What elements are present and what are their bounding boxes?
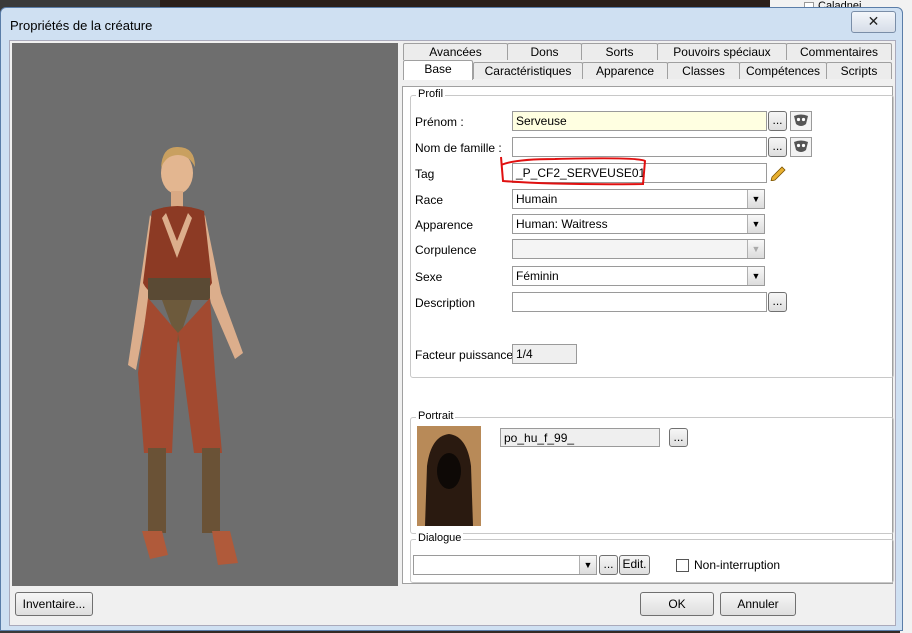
tab-page-base: Profil Prénom : Serveuse ... Nom de fami…: [402, 86, 894, 584]
portrait-hood-image: [417, 426, 481, 526]
race-select[interactable]: Humain ▼: [512, 189, 765, 209]
annotation-highlight: [500, 156, 647, 186]
tab-strip: Avancées Dons Sorts Pouvoirs spéciaux Co…: [400, 43, 894, 89]
nom-famille-localize-button[interactable]: [790, 137, 812, 157]
tab-apparence[interactable]: Apparence: [582, 62, 668, 79]
prenom-localize-button[interactable]: [790, 111, 812, 131]
dialogue-browse-button[interactable]: ...: [599, 555, 618, 575]
chevron-down-icon: ▼: [747, 190, 764, 208]
race-value: Humain: [516, 192, 558, 206]
close-icon: ✕: [867, 13, 880, 29]
tab-sorts[interactable]: Sorts: [581, 43, 658, 60]
chevron-down-icon: ▼: [747, 215, 764, 233]
sexe-label: Sexe: [415, 270, 443, 284]
tab-competences[interactable]: Compétences: [739, 62, 827, 79]
tab-classes[interactable]: Classes: [667, 62, 740, 79]
chevron-down-icon: ▼: [579, 556, 596, 574]
apparence-value: Human: Waitress: [516, 217, 608, 231]
non-interruption-label: Non-interruption: [694, 558, 781, 572]
portrait-input[interactable]: po_hu_f_99_: [500, 428, 660, 447]
facteur-value: 1/4: [512, 344, 577, 364]
pencil-icon: [770, 166, 786, 182]
sexe-value: Féminin: [516, 269, 559, 283]
prenom-browse-button[interactable]: ...: [768, 111, 787, 131]
mask-icon: [794, 140, 808, 152]
mask-icon: [794, 114, 808, 126]
sexe-select[interactable]: Féminin ▼: [512, 266, 765, 286]
title-bar: Propriétés de la créature ✕: [1, 8, 902, 40]
chevron-down-icon: ▼: [747, 267, 764, 285]
nom-famille-browse-button[interactable]: ...: [768, 137, 787, 157]
facteur-label: Facteur puissance: [415, 348, 514, 362]
profil-legend: Profil: [416, 88, 446, 100]
ok-button[interactable]: OK: [640, 592, 714, 616]
tab-commentaires[interactable]: Commentaires: [786, 43, 892, 60]
chevron-down-icon: ▼: [747, 240, 764, 258]
corpulence-label: Corpulence: [415, 243, 477, 257]
nom-famille-label: Nom de famille :: [415, 141, 502, 155]
inventaire-button[interactable]: Inventaire...: [15, 592, 93, 616]
window-title: Propriétés de la créature: [10, 18, 153, 33]
creature-model-image: [128, 146, 243, 565]
close-button[interactable]: ✕: [851, 11, 896, 33]
non-interruption-checkbox[interactable]: [676, 559, 689, 572]
tab-pouvoirs-speciaux[interactable]: Pouvoirs spéciaux: [657, 43, 787, 60]
creature-properties-dialog: Propriétés de la créature ✕ Avancées Don…: [0, 7, 903, 631]
description-browse-button[interactable]: ...: [768, 292, 787, 312]
dialogue-edit-button[interactable]: Edit.: [619, 555, 650, 575]
race-label: Race: [415, 193, 444, 207]
dialog-client-area: Avancées Dons Sorts Pouvoirs spéciaux Co…: [9, 40, 896, 626]
corpulence-select: ▼: [512, 239, 765, 259]
description-input[interactable]: [512, 292, 767, 312]
tab-scripts[interactable]: Scripts: [826, 62, 892, 79]
creature-preview[interactable]: [12, 43, 398, 586]
annuler-button[interactable]: Annuler: [720, 592, 796, 616]
apparence-label: Apparence: [415, 218, 474, 232]
dialogue-select[interactable]: ▼: [413, 555, 597, 575]
portrait-legend: Portrait: [416, 410, 456, 422]
dialogue-legend: Dialogue: [416, 532, 464, 544]
profil-group: Profil Prénom : Serveuse ... Nom de fami…: [410, 88, 894, 378]
tag-label: Tag: [415, 167, 435, 181]
tab-dons[interactable]: Dons: [507, 43, 582, 60]
dialogue-group: Dialogue ▼ ... Edit. Non-interruption: [410, 532, 894, 583]
tag-generate-button[interactable]: [769, 163, 791, 183]
prenom-label: Prénom :: [415, 115, 464, 129]
description-label: Description: [415, 296, 476, 310]
portrait-image: [417, 426, 481, 526]
prenom-input[interactable]: Serveuse: [512, 111, 767, 131]
apparence-select[interactable]: Human: Waitress ▼: [512, 214, 765, 234]
portrait-browse-button[interactable]: ...: [669, 428, 688, 447]
tab-avancees[interactable]: Avancées: [403, 43, 508, 60]
portrait-group: Portrait po_hu_f_99_ ...: [410, 410, 894, 534]
tab-caracteristiques[interactable]: Caractéristiques: [473, 62, 583, 79]
tab-base[interactable]: Base: [403, 60, 473, 80]
